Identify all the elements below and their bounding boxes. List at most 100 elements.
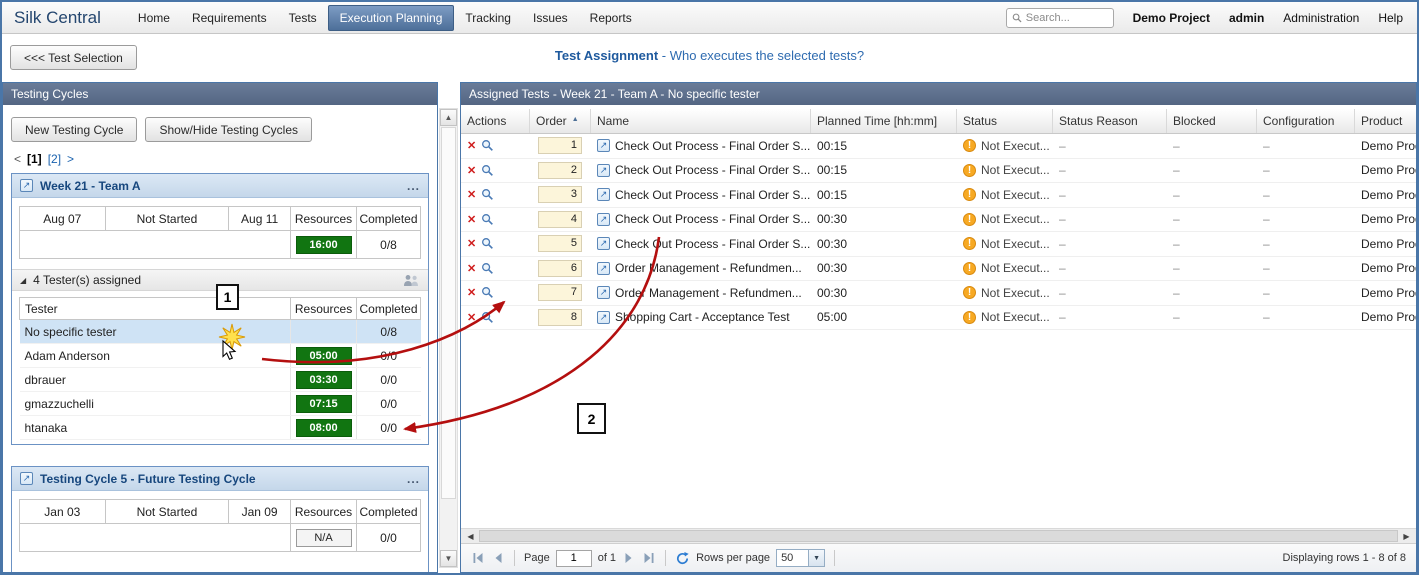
delete-icon[interactable]: ✕: [467, 262, 476, 275]
order-input[interactable]: 2: [538, 162, 582, 179]
dropdown-arrow-icon[interactable]: ▼: [808, 549, 825, 567]
open-test-icon[interactable]: ↗: [597, 164, 610, 177]
col-header-blocked[interactable]: Blocked: [1167, 109, 1257, 133]
col-header-order[interactable]: Order ▲: [530, 109, 591, 133]
nav-item-execution-planning[interactable]: Execution Planning: [328, 5, 455, 31]
new-testing-cycle-button[interactable]: New Testing Cycle: [11, 117, 137, 142]
inspect-icon[interactable]: [481, 286, 494, 299]
col-header-configuration[interactable]: Configuration: [1257, 109, 1355, 133]
order-input[interactable]: 7: [538, 284, 582, 301]
refresh-icon[interactable]: [675, 551, 690, 566]
tester-name[interactable]: htanaka: [20, 416, 291, 440]
tester-row-no-specific[interactable]: No specific tester 0/8: [20, 320, 421, 344]
tester-row[interactable]: Adam Anderson 05:00 0/0: [20, 344, 421, 368]
col-header-tester[interactable]: Tester: [20, 298, 291, 320]
open-test-icon[interactable]: ↗: [597, 237, 610, 250]
scroll-down-button[interactable]: ▼: [440, 550, 457, 567]
open-test-icon[interactable]: ↗: [597, 213, 610, 226]
administration-link[interactable]: Administration: [1283, 11, 1359, 25]
test-name-link[interactable]: Order Management - Refundmen...: [615, 261, 802, 275]
table-row[interactable]: ✕ 1 ↗ Check Out Process - Final Order S..…: [461, 134, 1416, 159]
show-hide-testing-cycles-button[interactable]: Show/Hide Testing Cycles: [145, 117, 312, 142]
open-test-icon[interactable]: ↗: [597, 188, 610, 201]
scroll-up-button[interactable]: ▲: [440, 109, 457, 126]
table-row[interactable]: ✕ 6 ↗Order Management - Refundmen... 00:…: [461, 257, 1416, 282]
test-name-link[interactable]: Shopping Cart - Acceptance Test: [615, 310, 790, 324]
nav-item-issues[interactable]: Issues: [522, 6, 579, 30]
delete-icon[interactable]: ✕: [467, 164, 476, 177]
delete-icon[interactable]: ✕: [467, 213, 476, 226]
inspect-icon[interactable]: [481, 213, 494, 226]
horizontal-scrollbar[interactable]: ◀ ▶: [461, 528, 1416, 543]
order-input[interactable]: 4: [538, 211, 582, 228]
tester-name[interactable]: dbrauer: [20, 368, 291, 392]
delete-icon[interactable]: ✕: [467, 139, 476, 152]
horizontal-scrollbar-thumb[interactable]: [479, 530, 1398, 542]
user-menu[interactable]: admin: [1229, 11, 1264, 25]
cycle-menu-icon[interactable]: ...: [407, 474, 420, 484]
nav-item-reports[interactable]: Reports: [579, 6, 643, 30]
col-header-resources[interactable]: Resources: [291, 298, 357, 320]
order-input[interactable]: 1: [538, 137, 582, 154]
table-row[interactable]: ✕ 4 ↗ Check Out Process - Final Order S..…: [461, 208, 1416, 233]
open-cycle-icon[interactable]: ↗: [20, 179, 33, 192]
inspect-icon[interactable]: [481, 139, 494, 152]
inspect-icon[interactable]: [481, 237, 494, 250]
tester-name[interactable]: No specific tester: [20, 320, 291, 344]
tester-row[interactable]: dbrauer 03:30 0/0: [20, 368, 421, 392]
test-name-link[interactable]: Check Out Process - Final Order S...: [615, 139, 810, 153]
cycle-menu-icon[interactable]: ...: [407, 181, 420, 191]
page-1-link[interactable]: [1]: [27, 152, 42, 166]
inspect-icon[interactable]: [481, 262, 494, 275]
prev-page-button[interactable]: [491, 551, 505, 565]
tester-row[interactable]: htanaka 08:00 0/0: [20, 416, 421, 440]
test-name-link[interactable]: Check Out Process - Final Order S...: [615, 163, 810, 177]
rows-per-page-select[interactable]: 50 ▼: [776, 549, 825, 567]
first-page-button[interactable]: [471, 551, 485, 565]
test-name-link[interactable]: Order Management - Refundmen...: [615, 286, 802, 300]
search-input[interactable]: [1026, 12, 1108, 24]
vertical-scrollbar[interactable]: ▲ ▼: [439, 108, 458, 568]
open-test-icon[interactable]: ↗: [597, 286, 610, 299]
delete-icon[interactable]: ✕: [467, 237, 476, 250]
table-row[interactable]: ✕ 5 ↗Check Out Process - Final Order S..…: [461, 232, 1416, 257]
col-header-actions[interactable]: Actions: [461, 109, 530, 133]
last-page-button[interactable]: [642, 551, 656, 565]
next-page-link[interactable]: >: [67, 152, 74, 166]
tester-name[interactable]: Adam Anderson: [20, 344, 291, 368]
tester-name[interactable]: gmazzuchelli: [20, 392, 291, 416]
col-header-name[interactable]: Name: [591, 109, 811, 133]
nav-item-tracking[interactable]: Tracking: [454, 6, 522, 30]
delete-icon[interactable]: ✕: [467, 188, 476, 201]
test-name-link[interactable]: Check Out Process - Final Order S...: [615, 237, 810, 251]
open-cycle-icon[interactable]: ↗: [20, 472, 33, 485]
help-link[interactable]: Help: [1378, 11, 1403, 25]
col-header-status-reason[interactable]: Status Reason: [1053, 109, 1167, 133]
nav-item-home[interactable]: Home: [127, 6, 181, 30]
inspect-icon[interactable]: [481, 188, 494, 201]
vertical-scrollbar-thumb[interactable]: [441, 127, 456, 499]
col-header-planned-time[interactable]: Planned Time [hh:mm]: [811, 109, 957, 133]
scroll-right-button[interactable]: ▶: [1399, 529, 1414, 543]
cycle-card-header[interactable]: ↗ Testing Cycle 5 - Future Testing Cycle…: [12, 467, 428, 491]
scroll-left-button[interactable]: ◀: [463, 529, 478, 543]
page-2-link[interactable]: [2]: [48, 152, 61, 166]
open-test-icon[interactable]: ↗: [597, 262, 610, 275]
order-input[interactable]: 6: [538, 260, 582, 277]
open-test-icon[interactable]: ↗: [597, 139, 610, 152]
inspect-icon[interactable]: [481, 311, 494, 324]
table-row[interactable]: ✕ 3 ↗Check Out Process - Final Order S..…: [461, 183, 1416, 208]
page-number-input[interactable]: [556, 550, 592, 567]
nav-item-requirements[interactable]: Requirements: [181, 6, 278, 30]
project-selector[interactable]: Demo Project: [1133, 11, 1210, 25]
order-input[interactable]: 8: [538, 309, 582, 326]
collapse-icon[interactable]: ◢: [20, 276, 26, 285]
delete-icon[interactable]: ✕: [467, 311, 476, 324]
next-page-button[interactable]: [622, 551, 636, 565]
test-name-link[interactable]: Check Out Process - Final Order S...: [615, 212, 810, 226]
col-header-completed[interactable]: Completed: [357, 298, 421, 320]
open-test-icon[interactable]: ↗: [597, 311, 610, 324]
prev-page-link[interactable]: <: [14, 152, 21, 166]
col-header-product[interactable]: Product: [1355, 109, 1417, 133]
nav-item-tests[interactable]: Tests: [278, 6, 328, 30]
